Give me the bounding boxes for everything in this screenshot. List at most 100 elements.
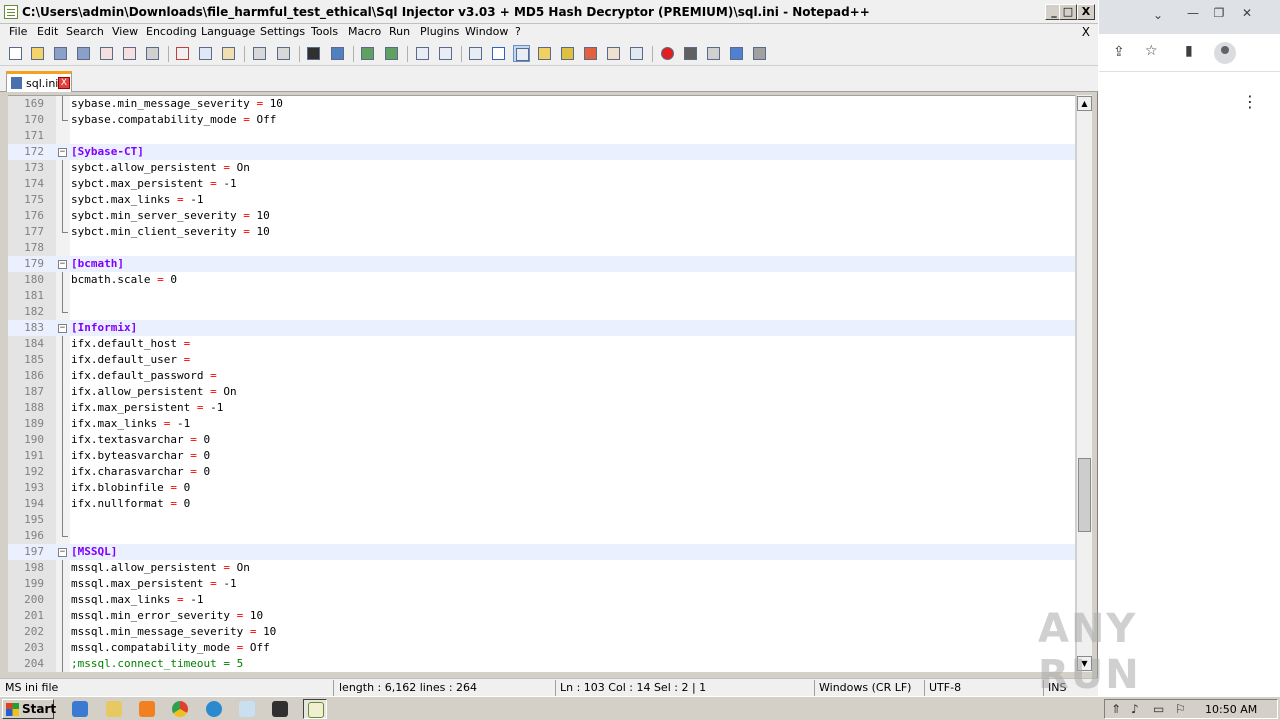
code-line[interactable]: 171 [8,128,1075,144]
scroll-thumb[interactable] [1078,458,1091,532]
code-line[interactable]: 170 sybase.compatability_mode = Off [8,112,1075,128]
code-line[interactable]: 187 ifx.allow_persistent = On [8,384,1075,400]
sync-vertical-icon[interactable] [414,45,431,62]
tab-sql-ini[interactable]: sql.ini X [6,71,72,92]
code-line[interactable]: 173 sybct.allow_persistent = On [8,160,1075,176]
fold-collapse-icon[interactable]: − [58,548,67,557]
menu-language[interactable]: Language [201,25,255,38]
fold-collapse-icon[interactable]: − [58,148,67,157]
menu-help[interactable]: ? [515,25,521,38]
save-icon[interactable] [52,45,69,62]
folder-workspace-icon[interactable] [605,45,622,62]
side-panel-icon[interactable]: ▮ [1185,43,1193,59]
close-document-button[interactable]: X [1082,25,1090,39]
zoom-out-icon[interactable] [383,45,400,62]
menu-view[interactable]: View [112,25,138,38]
replace-icon[interactable] [329,45,346,62]
sql-injector-icon[interactable] [268,699,292,719]
redo-icon[interactable] [275,45,292,62]
code-line[interactable]: 192 ifx.charasvarchar = 0 [8,464,1075,480]
stop-record-icon[interactable] [682,45,699,62]
code-line[interactable]: 198 mssql.allow_persistent = On [8,560,1075,576]
start-button[interactable]: Start [2,699,56,719]
code-line[interactable]: 196 [8,528,1075,544]
code-line[interactable]: 177 sybct.min_client_severity = 10 [8,224,1075,240]
section-header-line[interactable]: 197 − [MSSQL] [8,544,1075,560]
code-line[interactable]: 195 [8,512,1075,528]
share-icon[interactable]: ⇪ [1113,44,1125,60]
code-line[interactable]: 178 [8,240,1075,256]
record-macro-icon[interactable] [659,45,676,62]
menu-plugins[interactable]: Plugins [420,25,459,38]
menu-run[interactable]: Run [389,25,410,38]
menu-macro[interactable]: Macro [348,25,381,38]
close-all-icon[interactable] [121,45,138,62]
code-line[interactable]: 203 mssql.compatability_mode = Off [8,640,1075,656]
code-line[interactable]: 193 ifx.blobinfile = 0 [8,480,1075,496]
menu-search[interactable]: Search [66,25,104,38]
action-center-flag-icon[interactable]: ⚐ [1175,702,1186,716]
zoom-in-icon[interactable] [359,45,376,62]
notepad-icon[interactable] [235,699,259,719]
paste-icon[interactable] [220,45,237,62]
code-line[interactable]: 176 sybct.min_server_severity = 10 [8,208,1075,224]
explorer-icon[interactable] [102,699,126,719]
chrome-icon[interactable] [168,699,192,719]
fold-collapse-icon[interactable]: − [58,260,67,269]
browser-restore-icon[interactable]: ❐ [1210,6,1228,20]
section-header-line[interactable]: 172 − [Sybase-CT] [8,144,1075,160]
code-line[interactable]: 181 [8,288,1075,304]
new-file-icon[interactable] [7,45,24,62]
user-language-icon[interactable] [536,45,553,62]
volume-icon[interactable]: ♪ [1131,702,1139,716]
tray-expand-icon[interactable]: ⇑ [1111,702,1121,716]
code-line[interactable]: 182 [8,304,1075,320]
sync-horizontal-icon[interactable] [437,45,454,62]
scroll-up-icon[interactable]: ▲ [1077,96,1092,111]
edge-icon[interactable] [202,699,226,719]
title-bar[interactable]: C:\Users\admin\Downloads\file_harmful_te… [0,0,1098,24]
browser-minimize-icon[interactable]: — [1184,6,1202,20]
code-line[interactable]: 185 ifx.default_user = [8,352,1075,368]
code-line[interactable]: 188 ifx.max_persistent = -1 [8,400,1075,416]
menu-window[interactable]: Window [465,25,508,38]
doc-map-icon[interactable] [559,45,576,62]
section-header-line[interactable]: 179 − [bcmath] [8,256,1075,272]
ie-icon[interactable] [68,699,92,719]
menu-edit[interactable]: Edit [37,25,58,38]
code-line[interactable]: 186 ifx.default_password = [8,368,1075,384]
run-macro-multiple-icon[interactable] [728,45,745,62]
find-icon[interactable] [305,45,322,62]
monitoring-icon[interactable] [628,45,645,62]
undo-icon[interactable] [251,45,268,62]
notepadpp-icon[interactable] [303,699,327,719]
network-icon[interactable]: ▭ [1153,702,1164,716]
code-line[interactable]: 184 ifx.default_host = [8,336,1075,352]
code-line[interactable]: 204 ;mssql.connect_timeout = 5 [8,656,1075,672]
tab-close-button[interactable]: X [58,77,70,89]
code-line[interactable]: 180 bcmath.scale = 0 [8,272,1075,288]
code-line[interactable]: 175 sybct.max_links = -1 [8,192,1075,208]
media-player-icon[interactable] [135,699,159,719]
fold-collapse-icon[interactable]: − [58,324,67,333]
show-all-chars-icon[interactable] [490,45,507,62]
menu-tools[interactable]: Tools [311,25,338,38]
play-macro-icon[interactable] [705,45,722,62]
editor[interactable]: 169 sybase.min_message_severity = 10 170 sy… [8,95,1075,672]
save-all-icon[interactable] [75,45,92,62]
close-icon[interactable] [98,45,115,62]
code-line[interactable]: 194 ifx.nullformat = 0 [8,496,1075,512]
code-line[interactable]: 201 mssql.min_error_severity = 10 [8,608,1075,624]
maximize-button[interactable]: □ [1059,4,1077,20]
code-line[interactable]: 199 mssql.max_persistent = -1 [8,576,1075,592]
cut-icon[interactable] [174,45,191,62]
browser-close-icon[interactable]: ✕ [1238,6,1256,20]
code-line[interactable]: 169 sybase.min_message_severity = 10 [8,96,1075,112]
copy-icon[interactable] [197,45,214,62]
menu-settings[interactable]: Settings [260,25,305,38]
code-line[interactable]: 190 ifx.textasvarchar = 0 [8,432,1075,448]
profile-avatar-icon[interactable] [1214,42,1236,64]
indent-guide-icon[interactable] [513,45,530,62]
close-window-button[interactable]: X [1077,4,1095,20]
word-wrap-icon[interactable] [467,45,484,62]
